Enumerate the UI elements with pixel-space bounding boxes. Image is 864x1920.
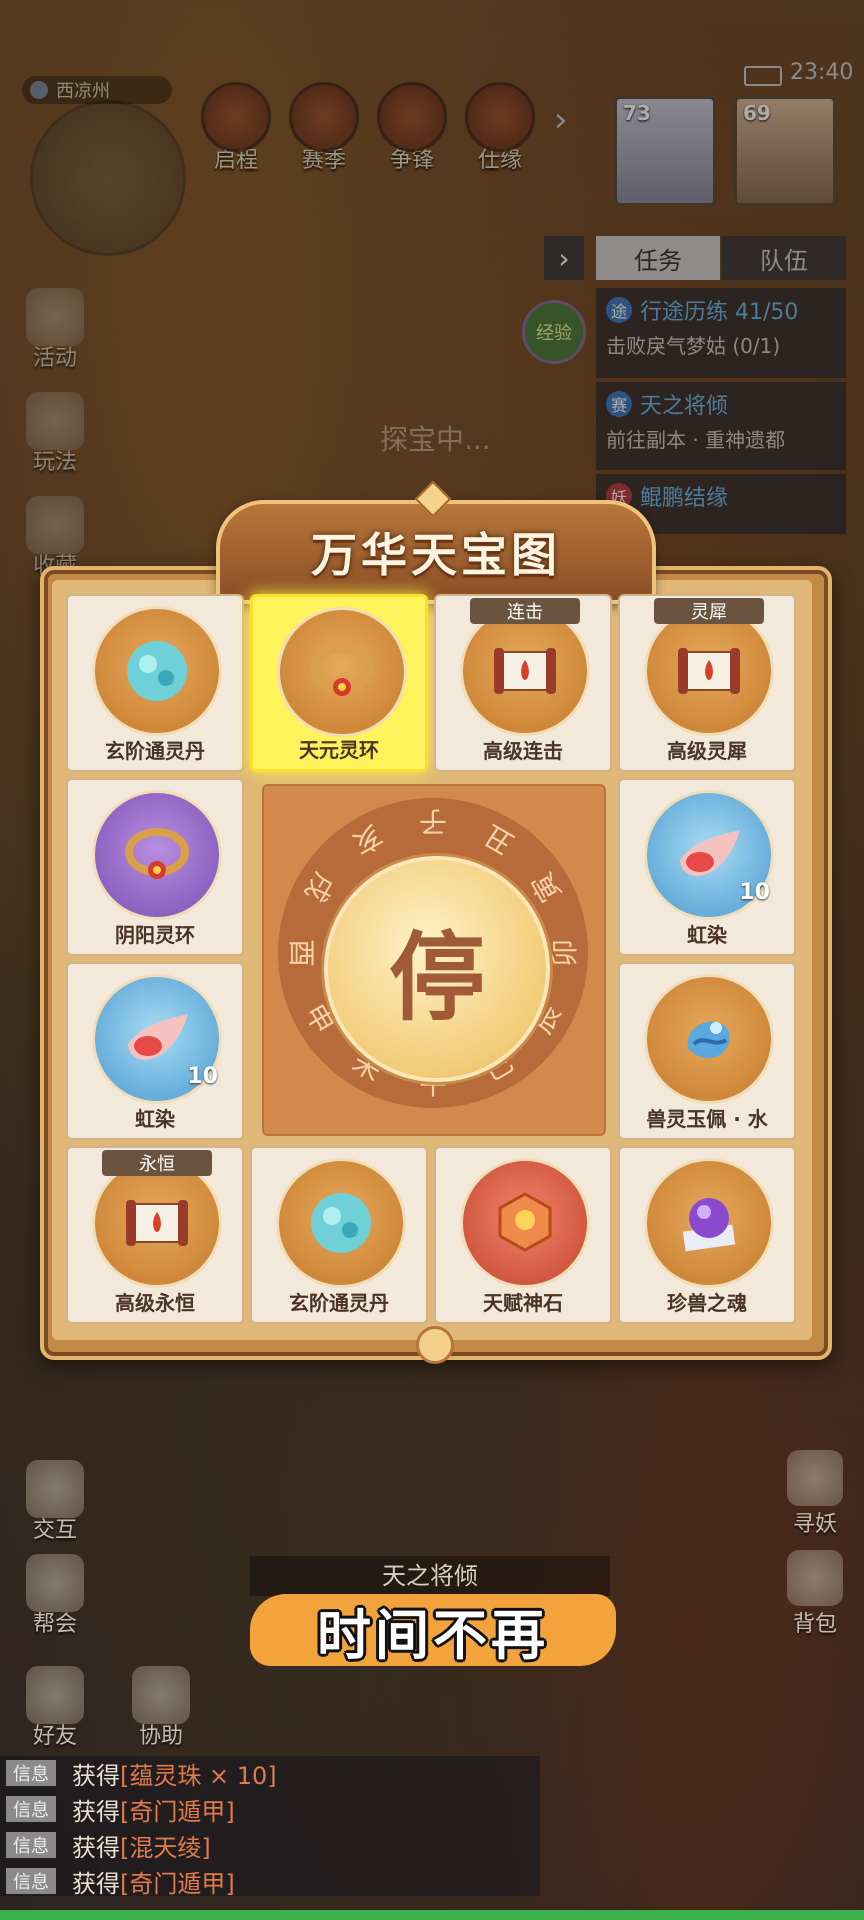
item-quantity: 10 bbox=[187, 1064, 218, 1089]
board-cell[interactable]: 永恒 高级永恒 bbox=[66, 1146, 244, 1324]
zodiac-char: 丑 bbox=[478, 817, 520, 861]
chat-channel: 信息 bbox=[6, 1832, 56, 1858]
stone-icon bbox=[490, 1188, 560, 1258]
chat-item: [奇门遁甲] bbox=[120, 1797, 235, 1826]
zodiac-char: 酉 bbox=[285, 938, 318, 967]
scroll-icon bbox=[490, 636, 560, 706]
zodiac-char: 戌 bbox=[297, 866, 341, 908]
right-bag[interactable]: 背包 bbox=[780, 1550, 850, 1638]
dye-icon bbox=[674, 820, 744, 890]
chat-channel: 信息 bbox=[6, 1796, 56, 1822]
item-name: 兽灵玉佩 · 水 bbox=[646, 1107, 768, 1131]
side-friends[interactable]: 好友 bbox=[20, 1666, 90, 1750]
chat-item: [奇门遁甲] bbox=[120, 1869, 235, 1898]
scroll-icon bbox=[122, 1188, 192, 1258]
side-label: 帮会 bbox=[32, 1612, 77, 1637]
interact-icon bbox=[26, 1460, 84, 1518]
chat-prefix: 获得 bbox=[72, 1833, 120, 1862]
chat-channel: 信息 bbox=[6, 1760, 56, 1786]
zodiac-char: 子 bbox=[419, 805, 448, 838]
soul-icon bbox=[674, 1188, 744, 1258]
pill-icon bbox=[306, 1188, 376, 1258]
stop-button[interactable]: 停 bbox=[324, 856, 550, 1082]
board-cell[interactable]: 天赋神石 bbox=[434, 1146, 612, 1324]
board-cell[interactable]: 玄阶通灵丹 bbox=[66, 594, 244, 772]
item-badge: 永恒 bbox=[102, 1150, 212, 1176]
board-cell[interactable]: 兽灵玉佩 · 水 bbox=[618, 962, 796, 1140]
stop-label: 停 bbox=[389, 920, 485, 1034]
side-assist[interactable]: 协助 bbox=[126, 1666, 196, 1750]
chat-channel: 信息 bbox=[6, 1868, 56, 1894]
side-guild[interactable]: 帮会 bbox=[20, 1554, 90, 1638]
zodiac-char: 亥 bbox=[346, 817, 388, 861]
item-name: 高级连击 bbox=[483, 739, 563, 763]
chat-line: 信息 获得[奇门遁甲] bbox=[6, 1864, 235, 1898]
item-name: 高级灵犀 bbox=[667, 739, 747, 763]
item-name: 虹染 bbox=[687, 923, 727, 947]
board-cell[interactable]: 阴阳灵环 bbox=[66, 778, 244, 956]
jade-icon bbox=[674, 1004, 744, 1074]
pill-icon bbox=[122, 636, 192, 706]
item-name: 珍兽之魂 bbox=[667, 1291, 747, 1315]
item-name: 阴阳灵环 bbox=[115, 923, 195, 947]
seek-monster-icon bbox=[787, 1450, 843, 1506]
zodiac-char: 卯 bbox=[548, 939, 581, 968]
item-name: 天赋神石 bbox=[483, 1291, 563, 1315]
side-label: 好友 bbox=[32, 1724, 77, 1749]
chat-line: 信息 获得[混天绫] bbox=[6, 1828, 211, 1862]
board-title-plate: 万华天宝图 bbox=[216, 500, 656, 604]
chat-log[interactable]: 信息 获得[蕴灵珠 × 10] 信息 获得[奇门遁甲] 信息 获得[混天绫] 信… bbox=[0, 1756, 540, 1898]
dye-icon bbox=[122, 1004, 192, 1074]
item-quantity: 10 bbox=[739, 880, 770, 905]
right-label: 背包 bbox=[792, 1612, 837, 1637]
chat-prefix: 获得 bbox=[72, 1797, 120, 1826]
board-title: 万华天宝图 bbox=[311, 528, 561, 582]
guild-icon bbox=[26, 1554, 84, 1612]
bottom-bar bbox=[0, 1910, 864, 1920]
board-cell[interactable]: 珍兽之魂 bbox=[618, 1146, 796, 1324]
item-name: 玄阶通灵丹 bbox=[105, 739, 205, 763]
item-badge: 连击 bbox=[470, 598, 580, 624]
subtitle-caption: 时间不再 bbox=[250, 1594, 616, 1667]
item-name: 高级永恒 bbox=[115, 1291, 195, 1315]
side-label: 交互 bbox=[32, 1518, 77, 1543]
side-interact[interactable]: 交互 bbox=[20, 1460, 90, 1544]
item-badge: 灵犀 bbox=[654, 598, 764, 624]
side-label: 协助 bbox=[138, 1724, 183, 1749]
chat-item: [蕴灵珠 × 10] bbox=[120, 1761, 277, 1790]
board-cell[interactable]: 灵犀 高级灵犀 bbox=[618, 594, 796, 772]
board-cell[interactable]: 10 虹染 bbox=[66, 962, 244, 1140]
chat-line: 信息 获得[奇门遁甲] bbox=[6, 1792, 235, 1826]
scroll-icon bbox=[674, 636, 744, 706]
chat-prefix: 获得 bbox=[72, 1761, 120, 1790]
chat-line: 信息 获得[蕴灵珠 × 10] bbox=[6, 1756, 277, 1790]
right-label: 寻妖 bbox=[792, 1512, 837, 1537]
board-cell[interactable]: 连击 高级连击 bbox=[434, 594, 612, 772]
chat-prefix: 获得 bbox=[72, 1869, 120, 1898]
item-name: 玄阶通灵丹 bbox=[289, 1291, 389, 1315]
board-cell[interactable]: 天元灵环 bbox=[250, 594, 428, 772]
subtitle-text: 时间不再 bbox=[317, 1603, 549, 1667]
item-name: 天元灵环 bbox=[299, 738, 379, 762]
ring-icon bbox=[122, 820, 192, 890]
right-seek-monster[interactable]: 寻妖 bbox=[780, 1450, 850, 1538]
chat-item: [混天绫] bbox=[120, 1833, 211, 1862]
assist-icon bbox=[132, 1666, 190, 1724]
bag-icon bbox=[787, 1550, 843, 1606]
item-name: 虹染 bbox=[135, 1107, 175, 1131]
board-cell[interactable]: 10 虹染 bbox=[618, 778, 796, 956]
ring-icon bbox=[307, 637, 377, 707]
board-knob-icon bbox=[416, 1326, 454, 1364]
board-cell[interactable]: 玄阶通灵丹 bbox=[250, 1146, 428, 1324]
friends-icon bbox=[26, 1666, 84, 1724]
